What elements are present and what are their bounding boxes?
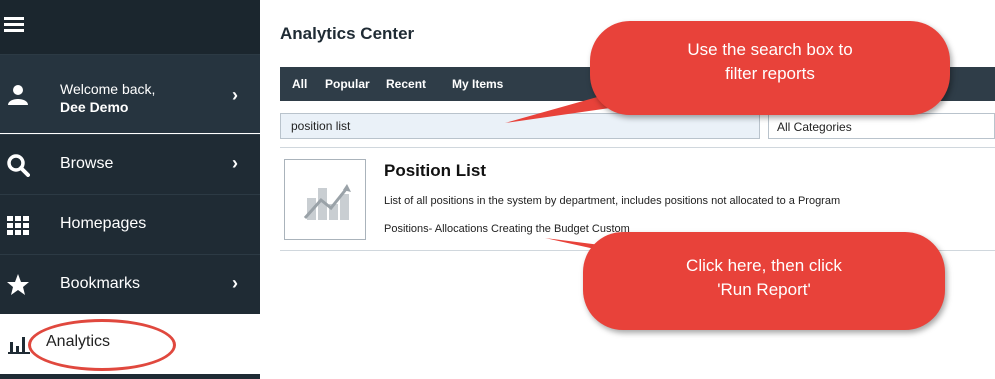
sidebar: Welcome back, Dee Demo › Browse › Homepa… xyxy=(0,0,260,379)
welcome-text: Welcome back, xyxy=(60,81,156,97)
tab-recent[interactable]: Recent xyxy=(386,77,426,91)
chevron-right-icon: › xyxy=(232,273,238,293)
sidebar-footer xyxy=(0,374,260,379)
run-report-callout: Click here, then click 'Run Report' xyxy=(583,232,945,330)
grid-icon xyxy=(7,216,29,235)
user-icon xyxy=(8,85,28,105)
user-name: Dee Demo xyxy=(60,99,129,115)
callout-text: 'Run Report' xyxy=(717,280,811,299)
sidebar-item-label: Bookmarks xyxy=(60,275,141,292)
star-icon xyxy=(7,274,29,295)
callout-text: Use the search box to xyxy=(687,40,853,59)
hamburger-menu-icon[interactable] xyxy=(4,17,24,33)
tab-popular[interactable]: Popular xyxy=(325,77,370,91)
sidebar-header xyxy=(0,0,260,54)
result-tags: Positions- Allocations Creating the Budg… xyxy=(384,223,630,235)
callout-text: filter reports xyxy=(725,64,815,83)
page-title: Analytics Center xyxy=(280,24,415,43)
chart-thumbnail-icon xyxy=(303,184,351,220)
callout-text: Click here, then click xyxy=(686,256,842,275)
sidebar-item-label: Homepages xyxy=(60,215,147,232)
result-title[interactable]: Position List xyxy=(384,161,486,181)
divider xyxy=(280,147,995,148)
chevron-right-icon: › xyxy=(232,153,238,173)
sidebar-item-welcome[interactable]: Welcome back, Dee Demo › xyxy=(0,54,260,133)
report-thumbnail[interactable] xyxy=(284,159,366,240)
result-description: List of all positions in the system by d… xyxy=(384,195,841,207)
highlight-circle xyxy=(28,319,176,371)
sidebar-item-bookmarks[interactable]: Bookmarks › xyxy=(0,254,260,314)
search-icon xyxy=(7,154,30,177)
sidebar-item-label: Browse xyxy=(60,155,114,172)
search-input[interactable] xyxy=(280,113,760,139)
tab-all[interactable]: All xyxy=(292,77,307,91)
tab-my-items[interactable]: My Items xyxy=(452,77,503,91)
bar-chart-icon xyxy=(8,337,30,354)
sidebar-item-homepages[interactable]: Homepages xyxy=(0,194,260,254)
search-tip-callout: Use the search box to filter reports xyxy=(590,21,950,115)
category-select[interactable]: All Categories xyxy=(768,113,995,139)
chevron-right-icon: › xyxy=(232,85,238,105)
sidebar-item-browse[interactable]: Browse › xyxy=(0,134,260,194)
